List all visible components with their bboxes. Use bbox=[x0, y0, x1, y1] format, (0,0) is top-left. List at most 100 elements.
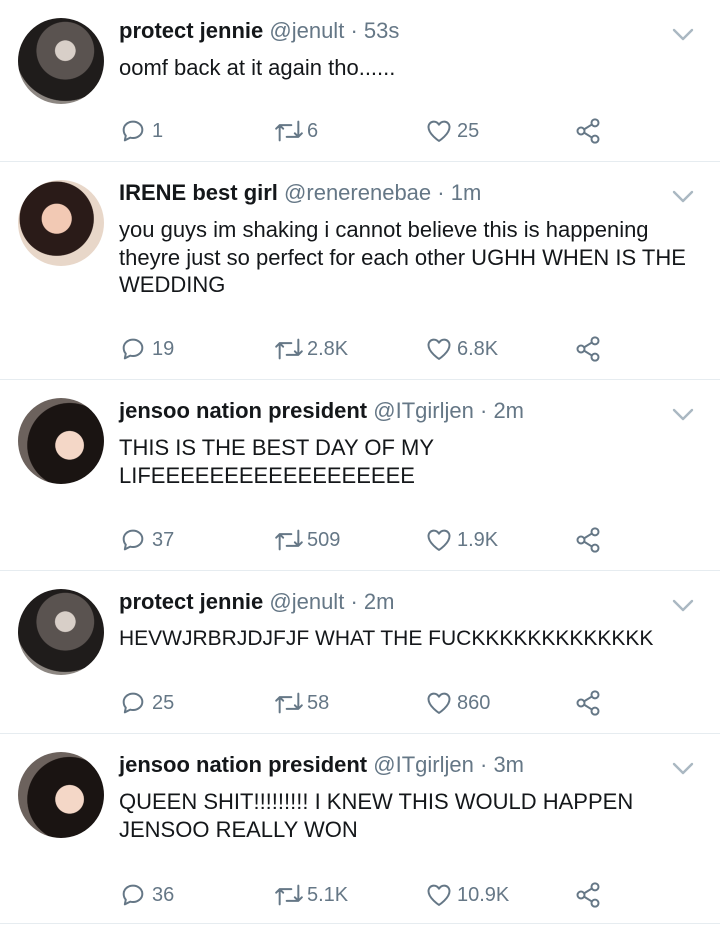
heart-icon bbox=[427, 120, 451, 142]
heart-icon bbox=[427, 884, 451, 906]
chevron-down-icon[interactable] bbox=[672, 408, 694, 422]
tweet-text: HEVWJRBRJDJFJF WHAT THE FUCKKKKKKKKKKKKK bbox=[119, 627, 654, 650]
reply-icon bbox=[122, 884, 144, 906]
tweet-content: IRENE best girl @renerenebae · 1m you gu… bbox=[119, 178, 702, 299]
heart-icon bbox=[427, 529, 451, 551]
retweet-button[interactable]: 509 bbox=[271, 525, 340, 555]
tweet-text: THIS IS THE BEST DAY OF MY LIFEEEEEEEEEE… bbox=[119, 435, 434, 488]
share-icon bbox=[576, 527, 600, 553]
tweet-content: protect jennie @jenult · 2m HEVWJRBRJDJF… bbox=[119, 587, 702, 653]
tweet-content: jensoo nation president @ITgirljen · 3m … bbox=[119, 750, 702, 843]
reply-count: 1 bbox=[152, 119, 164, 142]
display-name[interactable]: jensoo nation president bbox=[119, 752, 367, 777]
tweet-text: QUEEN SHIT!!!!!!!!! I KNEW THIS WOULD HA… bbox=[119, 789, 634, 842]
tweet[interactable]: protect jennie @jenult · 2m HEVWJRBRJDJF… bbox=[0, 571, 720, 734]
user-handle[interactable]: @ITgirljen bbox=[373, 398, 474, 423]
tweet-header: IRENE best girl @renerenebae · 1m bbox=[119, 178, 702, 208]
tweet-actions: 1 6 25 bbox=[119, 116, 720, 146]
like-button[interactable]: 25 bbox=[424, 116, 479, 146]
tweet-text: you guys im shaking i cannot believe thi… bbox=[119, 217, 686, 297]
like-count: 25 bbox=[457, 119, 480, 142]
retweet-count: 2.8K bbox=[307, 337, 349, 360]
like-button[interactable]: 6.8K bbox=[424, 334, 498, 364]
user-handle[interactable]: @jenult bbox=[269, 18, 344, 43]
reply-count: 19 bbox=[152, 337, 175, 360]
share-button[interactable] bbox=[574, 116, 602, 146]
reply-button[interactable]: 1 bbox=[119, 116, 163, 146]
avatar[interactable] bbox=[18, 398, 104, 484]
tweet-text: oomf back at it again tho...... bbox=[119, 55, 396, 80]
chevron-down-icon[interactable] bbox=[672, 28, 694, 42]
timestamp[interactable]: 2m bbox=[364, 589, 395, 614]
like-count: 10.9K bbox=[457, 883, 510, 906]
separator: · bbox=[479, 752, 488, 777]
retweet-icon bbox=[275, 529, 303, 551]
display-name[interactable]: jensoo nation president bbox=[119, 398, 367, 423]
user-handle[interactable]: @renerenebae bbox=[284, 180, 431, 205]
tweet-actions: 37 509 1.9K bbox=[119, 525, 720, 555]
retweet-count: 5.1K bbox=[307, 883, 349, 906]
tweet[interactable]: jensoo nation president @ITgirljen · 3m … bbox=[0, 734, 720, 924]
timestamp[interactable]: 1m bbox=[451, 180, 482, 205]
retweet-button[interactable]: 6 bbox=[271, 116, 318, 146]
chevron-down-icon[interactable] bbox=[672, 190, 694, 204]
tweet[interactable]: IRENE best girl @renerenebae · 1m you gu… bbox=[0, 162, 720, 380]
separator: · bbox=[350, 589, 358, 614]
heart-icon bbox=[427, 692, 451, 714]
reply-icon bbox=[122, 120, 144, 142]
avatar[interactable] bbox=[18, 18, 104, 104]
reply-icon bbox=[122, 338, 144, 360]
reply-button[interactable]: 37 bbox=[119, 525, 174, 555]
avatar[interactable] bbox=[18, 752, 104, 838]
separator: · bbox=[479, 398, 488, 423]
display-name[interactable]: protect jennie bbox=[119, 589, 263, 614]
share-button[interactable] bbox=[574, 880, 602, 910]
like-button[interactable]: 10.9K bbox=[424, 880, 509, 910]
tweet-header: protect jennie @jenult · 53s bbox=[119, 16, 702, 46]
timestamp[interactable]: 3m bbox=[493, 752, 524, 777]
display-name[interactable]: IRENE best girl bbox=[119, 180, 278, 205]
chevron-down-icon[interactable] bbox=[672, 599, 694, 613]
reply-button[interactable]: 25 bbox=[119, 688, 174, 718]
separator: · bbox=[350, 18, 358, 43]
share-icon bbox=[576, 690, 600, 716]
tweet-content: protect jennie @jenult · 53s oomf back a… bbox=[119, 16, 702, 82]
timestamp[interactable]: 2m bbox=[493, 398, 524, 423]
tweet-actions: 25 58 860 bbox=[119, 688, 720, 718]
share-button[interactable] bbox=[574, 334, 602, 364]
retweet-button[interactable]: 5.1K bbox=[271, 880, 348, 910]
reply-button[interactable]: 36 bbox=[119, 880, 174, 910]
avatar[interactable] bbox=[18, 180, 104, 266]
like-count: 1.9K bbox=[457, 528, 499, 551]
retweet-icon bbox=[275, 884, 303, 906]
user-handle[interactable]: @jenult bbox=[269, 589, 344, 614]
retweet-icon bbox=[275, 338, 303, 360]
reply-count: 36 bbox=[152, 883, 175, 906]
avatar[interactable] bbox=[18, 589, 104, 675]
like-count: 6.8K bbox=[457, 337, 499, 360]
retweet-count: 509 bbox=[307, 528, 341, 551]
retweet-count: 6 bbox=[307, 119, 319, 142]
retweet-count: 58 bbox=[307, 691, 330, 714]
tweet-header: protect jennie @jenult · 2m bbox=[119, 587, 702, 617]
share-button[interactable] bbox=[574, 525, 602, 555]
share-button[interactable] bbox=[574, 688, 602, 718]
like-button[interactable]: 860 bbox=[424, 688, 490, 718]
display-name[interactable]: protect jennie bbox=[119, 18, 263, 43]
reply-count: 25 bbox=[152, 691, 175, 714]
reply-button[interactable]: 19 bbox=[119, 334, 174, 364]
reply-icon bbox=[122, 692, 144, 714]
share-icon bbox=[576, 882, 600, 908]
share-icon bbox=[576, 118, 600, 144]
retweet-button[interactable]: 58 bbox=[271, 688, 329, 718]
chevron-down-icon[interactable] bbox=[672, 762, 694, 776]
tweet-header: jensoo nation president @ITgirljen · 3m bbox=[119, 750, 702, 780]
tweet[interactable]: jensoo nation president @ITgirljen · 2m … bbox=[0, 380, 720, 571]
tweet[interactable]: protect jennie @jenult · 53s oomf back a… bbox=[0, 0, 720, 162]
like-button[interactable]: 1.9K bbox=[424, 525, 498, 555]
tweet-actions: 36 5.1K 10.9K bbox=[119, 880, 720, 910]
timeline-feed: protect jennie @jenult · 53s oomf back a… bbox=[0, 0, 720, 924]
retweet-button[interactable]: 2.8K bbox=[271, 334, 348, 364]
timestamp[interactable]: 53s bbox=[364, 18, 399, 43]
user-handle[interactable]: @ITgirljen bbox=[373, 752, 474, 777]
